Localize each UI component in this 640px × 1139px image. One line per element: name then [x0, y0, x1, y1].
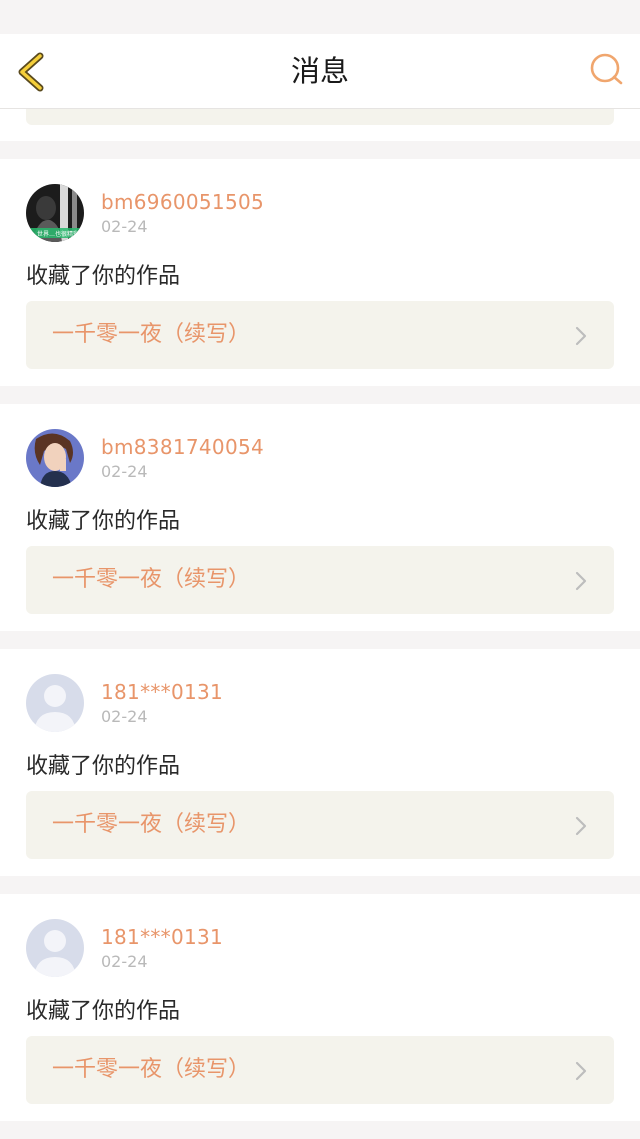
timestamp: 02-24: [101, 707, 148, 726]
default-avatar-icon: [26, 919, 84, 977]
previous-card-partial: [0, 108, 640, 141]
search-icon: [590, 53, 623, 85]
avatar[interactable]: …世界…也很精彩: [26, 184, 84, 242]
timestamp: 02-24: [101, 952, 148, 971]
username[interactable]: 181***0131: [101, 925, 223, 949]
timestamp: 02-24: [101, 217, 148, 236]
action-text: 收藏了你的作品: [26, 999, 181, 1024]
avatar[interactable]: [26, 429, 84, 487]
previous-work-link[interactable]: [26, 108, 614, 125]
default-avatar-icon: [26, 674, 84, 732]
illustrated-avatar-icon: [26, 429, 84, 487]
nav-bar: 消息: [0, 34, 640, 109]
work-link[interactable]: 一千零一夜（续写）: [26, 546, 614, 614]
work-link[interactable]: 一千零一夜（续写）: [26, 791, 614, 859]
work-title: 一千零一夜（续写）: [52, 812, 251, 837]
work-link[interactable]: 一千零一夜（续写）: [26, 301, 614, 369]
chevron-right-icon: [575, 816, 587, 836]
work-title: 一千零一夜（续写）: [52, 1057, 251, 1082]
notification-list: …世界…也很精彩 bm6960051505 02-24 收藏了你的作品 一千零一…: [0, 159, 640, 1139]
action-text: 收藏了你的作品: [26, 509, 181, 534]
action-text: 收藏了你的作品: [26, 264, 181, 289]
work-link[interactable]: 一千零一夜（续写）: [26, 1036, 614, 1104]
avatar[interactable]: [26, 674, 84, 732]
chevron-right-icon: [575, 1061, 587, 1081]
chevron-right-icon: [575, 326, 587, 346]
timestamp: 02-24: [101, 462, 148, 481]
work-title: 一千零一夜（续写）: [52, 322, 251, 347]
action-text: 收藏了你的作品: [26, 754, 181, 779]
work-title: 一千零一夜（续写）: [52, 567, 251, 592]
username[interactable]: bm8381740054: [101, 435, 264, 459]
notification-card: bm8381740054 02-24 收藏了你的作品 一千零一夜（续写）: [0, 404, 640, 631]
photo-avatar-icon: …世界…也很精彩: [26, 184, 84, 242]
page-title: 消息: [290, 54, 349, 88]
username[interactable]: 181***0131: [101, 680, 223, 704]
search-button[interactable]: [586, 50, 626, 90]
chevron-right-icon: [575, 571, 587, 591]
status-bar: [0, 0, 640, 34]
avatar-badge-text: …世界…也很精彩: [31, 230, 79, 238]
avatar[interactable]: [26, 919, 84, 977]
username[interactable]: bm6960051505: [101, 190, 264, 214]
notification-card: 181***0131 02-24 收藏了你的作品 一千零一夜（续写）: [0, 649, 640, 876]
notification-card: 181***0131 02-24 收藏了你的作品 一千零一夜（续写）: [0, 894, 640, 1121]
notification-card: …世界…也很精彩 bm6960051505 02-24 收藏了你的作品 一千零一…: [0, 159, 640, 386]
